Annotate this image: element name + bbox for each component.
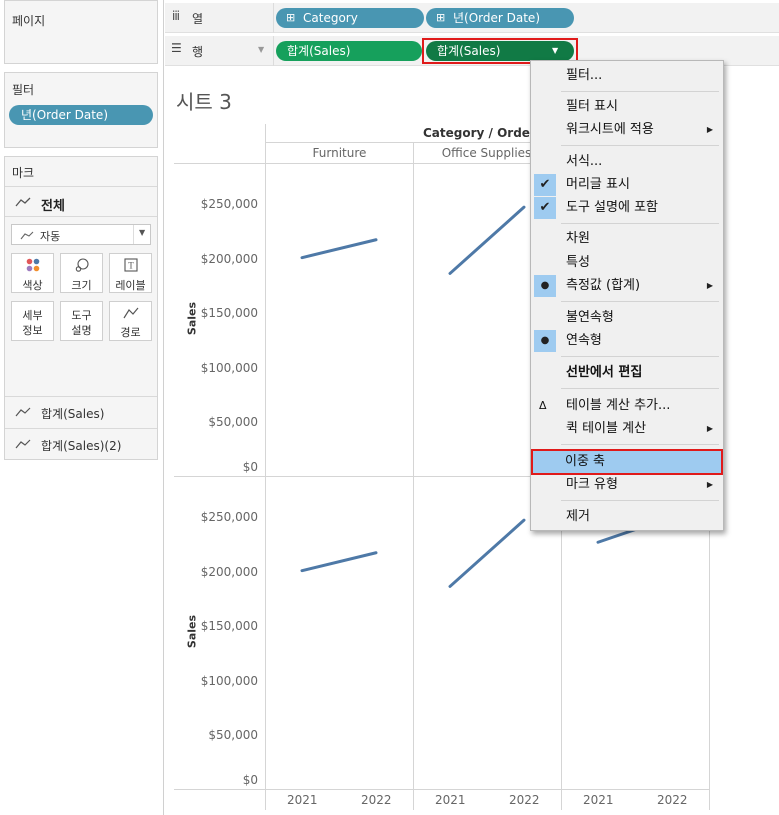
- sales-line-furniture-pane-2[interactable]: [300, 551, 378, 573]
- radio-dot-icon: ●: [534, 330, 556, 352]
- menu-item-attribute[interactable]: 특성: [534, 252, 721, 274]
- menu-item-remove[interactable]: 제거: [534, 506, 721, 528]
- submenu-arrow-icon: ▶: [706, 424, 713, 433]
- menu-item-dimension[interactable]: 차원: [534, 228, 721, 250]
- menu-item-edit-in-shelf[interactable]: 선반에서 편집: [534, 362, 721, 384]
- menu-item-measure-sum[interactable]: ● 측정값 (합계) ▶: [534, 275, 721, 297]
- delta-icon: Δ: [539, 399, 547, 412]
- pill-context-menu: 필터... 필터 표시 워크시트에 적용 ▶ 서식... ✔ 머리글 표시 ✔ …: [530, 60, 724, 531]
- sales-line-furniture-pane-1[interactable]: [300, 238, 378, 260]
- menu-item-measure-sum-label: 측정값 (합계): [566, 278, 641, 293]
- menu-item-dual-axis[interactable]: 이중 축: [531, 449, 723, 475]
- sales-line-office-supplies-pane-2[interactable]: [448, 518, 526, 588]
- menu-item-show-header[interactable]: ✔ 머리글 표시: [534, 174, 721, 196]
- menu-item-include-in-tooltip[interactable]: ✔ 도구 설명에 포함: [534, 197, 721, 219]
- menu-item-include-in-tooltip-label: 도구 설명에 포함: [566, 200, 658, 215]
- menu-item-show-header-label: 머리글 표시: [566, 177, 630, 192]
- menu-item-show-filter[interactable]: 필터 표시: [534, 96, 721, 118]
- menu-item-apply-to-worksheets[interactable]: 워크시트에 적용 ▶: [534, 119, 721, 141]
- menu-item-add-table-calc[interactable]: Δ 테이블 계산 추가...: [534, 395, 721, 417]
- submenu-arrow-icon: ▶: [706, 480, 713, 489]
- menu-item-mark-type-label: 마크 유형: [566, 477, 618, 492]
- menu-item-quick-table-calc[interactable]: 퀵 테이블 계산 ▶: [534, 418, 721, 440]
- menu-item-apply-to-worksheets-label: 워크시트에 적용: [566, 122, 654, 137]
- menu-item-continuous-label: 연속형: [566, 333, 602, 348]
- check-icon: ✔: [534, 174, 556, 196]
- radio-dot-icon: ●: [534, 275, 556, 297]
- menu-item-filter[interactable]: 필터...: [534, 65, 721, 87]
- menu-item-add-table-calc-label: 테이블 계산 추가...: [566, 398, 671, 413]
- check-icon: ✔: [534, 197, 556, 219]
- sales-line-office-supplies-pane-1[interactable]: [448, 205, 526, 275]
- menu-item-format[interactable]: 서식...: [534, 151, 721, 173]
- submenu-arrow-icon: ▶: [706, 281, 713, 290]
- menu-item-discrete[interactable]: 불연속형: [534, 307, 721, 329]
- submenu-arrow-icon: ▶: [706, 125, 713, 134]
- menu-item-continuous[interactable]: ● 연속형: [534, 330, 721, 352]
- menu-item-mark-type[interactable]: 마크 유형 ▶: [534, 474, 721, 496]
- menu-item-quick-table-calc-label: 퀵 테이블 계산: [566, 421, 647, 436]
